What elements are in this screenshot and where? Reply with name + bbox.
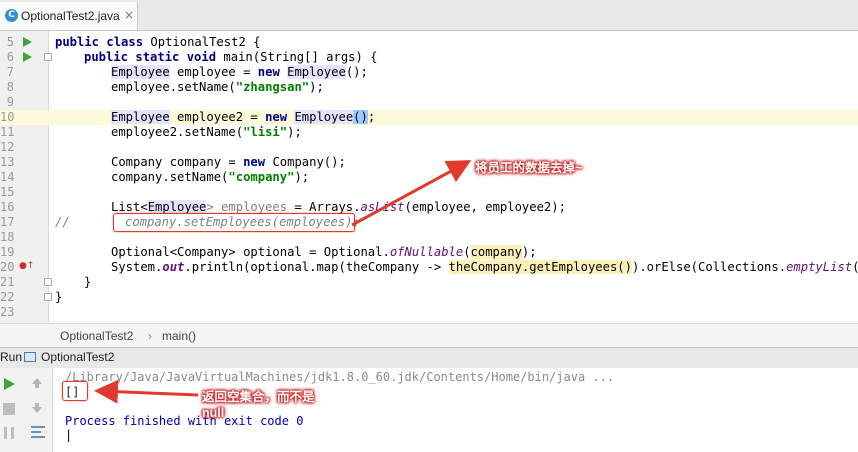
annotation-box-empty-list [62, 381, 88, 401]
code-text: } [84, 275, 92, 289]
line-number: 9 [6, 95, 14, 109]
line-number: 16 [0, 200, 15, 214]
code-line: 21 } [0, 275, 858, 290]
code-line: 14 company.setName("company"); [0, 170, 858, 185]
code-text: employee.setName("zhangsan"); [111, 80, 324, 94]
breadcrumb-separator: › [148, 329, 152, 343]
line-number: 12 [0, 140, 15, 154]
code-line: 18 [0, 230, 858, 245]
line-number: 14 [0, 170, 15, 184]
run-method-icon[interactable] [23, 52, 32, 62]
code-text: company.setName("company"); [111, 170, 310, 184]
annotation-remove-employees: 将员工的数据去掉~ [475, 161, 583, 175]
code-text: Optional<Company> optional = Optional.of… [111, 245, 537, 259]
code-line: 6 public static void main(String[] args)… [0, 50, 858, 65]
scroll-up-icon[interactable] [30, 375, 46, 391]
code-text: employee2.setName("lisi"); [111, 125, 302, 139]
line-number: 19 [0, 245, 15, 259]
code-line: 19 Optional<Company> optional = Optional… [0, 245, 858, 260]
run-tab-label[interactable]: Run [0, 350, 22, 364]
run-config-name[interactable]: OptionalTest2 [41, 350, 114, 364]
tab-label: OptionalTest2.java [21, 9, 120, 23]
line-number: 18 [0, 230, 15, 244]
run-config-icon [24, 352, 36, 362]
editor-tab-bar: C OptionalTest2.java × [0, 0, 858, 31]
line-number: 5 [6, 35, 14, 49]
rerun-icon[interactable] [2, 376, 18, 392]
code-line: 9 [0, 95, 858, 110]
code-text: } [55, 290, 63, 304]
line-number: 23 [0, 305, 15, 319]
code-text: Employee employee2 = new Employee(); [111, 110, 376, 124]
fold-icon[interactable] [44, 53, 52, 61]
run-class-icon[interactable] [23, 37, 32, 47]
line-number: 15 [0, 185, 15, 199]
code-text: public static void main(String[] args) { [84, 50, 378, 64]
breadcrumb: OptionalTest2 › main() [0, 323, 858, 348]
line-number: 17 [0, 215, 15, 229]
line-number: 6 [6, 50, 14, 64]
console-finished-message: Process finished with exit code 0 [65, 414, 304, 428]
code-comment-marker: // [55, 215, 70, 229]
editor-tab-optionaltest2[interactable]: C OptionalTest2.java × [0, 2, 138, 30]
annotation-box-commented-line [113, 213, 355, 232]
scroll-down-icon[interactable] [30, 400, 46, 416]
java-class-icon: C [5, 9, 18, 22]
line-number: 8 [6, 80, 14, 94]
run-toolbar [0, 368, 53, 452]
console-command: /Library/Java/JavaVirtualMachines/jdk1.8… [65, 370, 615, 384]
run-tool-window-header: Run OptionalTest2 [0, 347, 858, 369]
line-number: 22 [0, 290, 15, 304]
code-editor[interactable]: 5 public class OptionalTest2 { 6 public … [0, 31, 858, 323]
soft-wrap-icon[interactable] [30, 424, 46, 440]
code-line: 15 [0, 185, 858, 200]
code-line: 7 Employee employee = new Employee(); [0, 65, 858, 80]
code-text: System.out.println(optional.map(theCompa… [111, 260, 858, 274]
breakpoint-override-icon[interactable]: ●↑ [19, 261, 34, 271]
code-text: Company company = new Company(); [111, 155, 346, 169]
line-number: 20 [0, 260, 15, 274]
fold-icon[interactable] [44, 293, 52, 301]
code-line: 23 [0, 305, 858, 320]
line-number: 7 [6, 65, 14, 79]
stop-icon[interactable] [2, 401, 18, 417]
code-line: 13 Company company = new Company(); [0, 155, 858, 170]
code-line: 8 employee.setName("zhangsan"); [0, 80, 858, 95]
breadcrumb-class[interactable]: OptionalTest2 [60, 329, 133, 343]
breadcrumb-method[interactable]: main() [162, 329, 196, 343]
line-number: 21 [0, 275, 15, 289]
line-number: 13 [0, 155, 15, 169]
close-icon[interactable]: × [124, 8, 134, 22]
line-number: 10 [0, 110, 15, 124]
code-line-current: 10 Employee employee2 = new Employee(); [0, 110, 858, 125]
annotation-returns-empty: 返回空集合，而不是 [202, 390, 315, 404]
line-number: 11 [0, 125, 15, 139]
code-line: 11 employee2.setName("lisi"); [0, 125, 858, 140]
code-line: 22 } [0, 290, 858, 305]
console-output[interactable]: /Library/Java/JavaVirtualMachines/jdk1.8… [53, 368, 858, 452]
code-line: 12 [0, 140, 858, 155]
pause-icon[interactable] [2, 425, 18, 441]
console-caret: | [65, 428, 73, 442]
annotation-returns-null: null [202, 406, 225, 420]
code-line: 20 ●↑ System.out.println(optional.map(th… [0, 260, 858, 275]
code-text: public class OptionalTest2 { [55, 35, 261, 49]
fold-icon[interactable] [44, 278, 52, 286]
code-text: Employee employee = new Employee(); [111, 65, 368, 79]
code-line: 5 public class OptionalTest2 { [0, 35, 858, 50]
